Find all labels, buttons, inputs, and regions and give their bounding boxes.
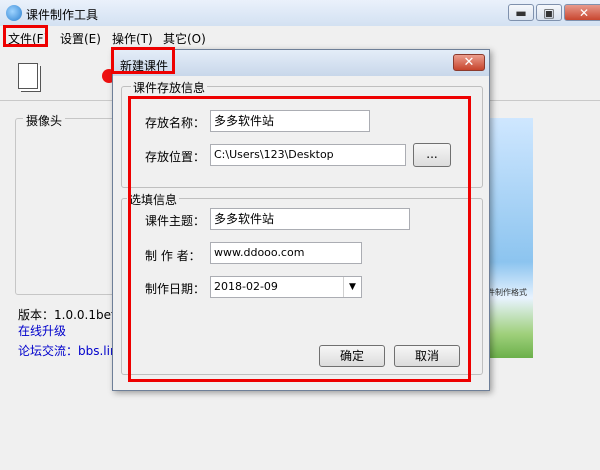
storage-info-group-label: 课件存放信息: [131, 79, 208, 96]
new-courseware-dialog: 新建课件 ✕ 课件存放信息 存放名称： 多多软件站 存放位置： C:\Users…: [111, 47, 490, 391]
maximize-button[interactable]: ▣: [536, 4, 562, 21]
close-button[interactable]: ✕: [564, 4, 600, 21]
highlight-box-menu-file: [3, 25, 48, 47]
minimize-button[interactable]: ▬: [508, 4, 534, 21]
dialog-close-button[interactable]: ✕: [453, 54, 485, 71]
highlight-box-form: [128, 96, 471, 382]
app-icon: [6, 5, 22, 21]
preview-caption: 件制作格式: [487, 288, 527, 297]
menu-settings[interactable]: 设置(E): [60, 30, 101, 47]
window-title: 课件制作工具: [26, 8, 99, 22]
highlight-box-dialog-title: [111, 47, 175, 74]
forum-link[interactable]: 论坛交流：bbs.lin: [18, 342, 118, 359]
preview-image: [484, 118, 533, 358]
version-label: 版本：1.0.0.1beta: [18, 308, 124, 322]
new-document-icon[interactable]: [18, 63, 38, 89]
menu-operation[interactable]: 操作(T): [112, 30, 153, 47]
camera-label: 摄像头: [23, 112, 66, 129]
camera-group: [15, 118, 127, 295]
online-upgrade-link[interactable]: 在线升级: [18, 322, 66, 339]
menu-other[interactable]: 其它(O): [163, 30, 206, 47]
